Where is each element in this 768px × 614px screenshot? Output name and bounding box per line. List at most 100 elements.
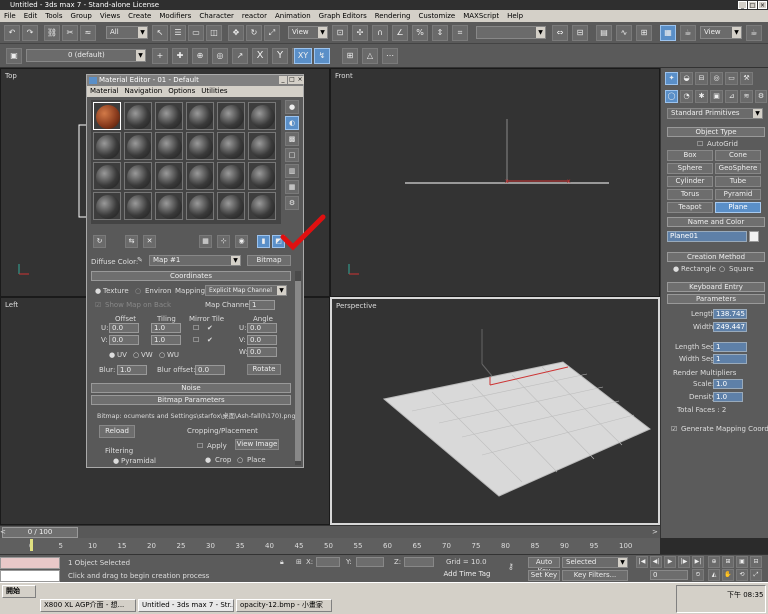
reset-map-icon[interactable]: ✕ xyxy=(143,235,156,248)
material-sample-slot[interactable] xyxy=(124,102,152,130)
object-type-pyramid-button[interactable]: Pyramid xyxy=(715,189,761,200)
material-sample-slot[interactable] xyxy=(93,162,121,190)
background-icon[interactable]: ▩ xyxy=(285,132,299,146)
density-field[interactable]: 1.0 xyxy=(713,392,743,402)
maximize-viewport-icon[interactable]: ⤢ xyxy=(750,569,762,581)
axis-constraint-icon[interactable]: ↯ xyxy=(314,48,330,64)
material-sample-slot[interactable] xyxy=(155,102,183,130)
backlight-icon[interactable]: ◐ xyxy=(285,116,299,130)
reload-button[interactable]: Reload xyxy=(99,425,135,438)
material-sample-slot[interactable] xyxy=(124,132,152,160)
menu-create[interactable]: Create xyxy=(124,10,155,22)
task-button-1[interactable]: X800 XL AGP介面 - 想... xyxy=(40,599,136,612)
layer-icon[interactable]: ▣ xyxy=(6,48,22,64)
array-icon[interactable]: ⊞ xyxy=(342,48,358,64)
shapes-icon[interactable]: ◔ xyxy=(680,90,693,103)
u-tiling-field[interactable]: 1.0 xyxy=(151,323,181,333)
object-type-plane-button[interactable]: Plane xyxy=(715,202,761,213)
object-type-torus-button[interactable]: Torus xyxy=(667,189,713,200)
bind-space-warp-icon[interactable]: ≈ xyxy=(80,25,96,41)
me-menu-material[interactable]: Material xyxy=(87,86,121,97)
menu-rendering[interactable]: Rendering xyxy=(371,10,415,22)
go-to-start-icon[interactable]: |◀ xyxy=(636,556,648,568)
autogrid-checkbox[interactable]: ☐ xyxy=(697,140,703,148)
menu-character[interactable]: Character xyxy=(195,10,238,22)
key-selection-dropdown[interactable]: Selected ▼ xyxy=(562,557,628,568)
zoom-extents-icon[interactable]: ▣ xyxy=(736,556,748,568)
v-mirror-checkbox[interactable]: ☐ xyxy=(193,336,199,344)
material-sample-slot[interactable] xyxy=(93,102,121,130)
material-sample-slot[interactable] xyxy=(124,192,152,220)
layer-manager-icon[interactable]: ▤ xyxy=(596,25,612,41)
maximize-button[interactable]: □ xyxy=(748,1,757,9)
set-current-layer-icon[interactable]: ◎ xyxy=(212,48,228,64)
length-field[interactable]: 138.745 xyxy=(713,309,747,319)
material-sample-slot[interactable] xyxy=(124,162,152,190)
blur-offset-field[interactable]: 0.0 xyxy=(195,365,225,375)
material-editor-scrollbar[interactable] xyxy=(295,271,301,465)
cameras-icon[interactable]: ▣ xyxy=(710,90,723,103)
menu-file[interactable]: File xyxy=(0,10,20,22)
play-icon[interactable]: ▶ xyxy=(664,556,676,568)
video-color-check-icon[interactable]: ▥ xyxy=(285,164,299,178)
percent-snap-icon[interactable]: % xyxy=(412,25,428,41)
options-icon[interactable]: ⚙ xyxy=(285,196,299,210)
close-button[interactable]: × xyxy=(296,76,304,84)
unlink-icon[interactable]: ✂ xyxy=(62,25,78,41)
set-key-button[interactable]: Set Key xyxy=(528,570,560,581)
menu-animation[interactable]: Animation xyxy=(271,10,315,22)
material-sample-slot[interactable] xyxy=(186,192,214,220)
v-offset-field[interactable]: 0.0 xyxy=(109,335,139,345)
texture-radio[interactable]: ● xyxy=(95,287,101,295)
menu-group[interactable]: Group xyxy=(67,10,96,22)
named-selection-icon[interactable]: ⌗ xyxy=(452,25,468,41)
layer-dropdown[interactable]: 0 (default) ▼ xyxy=(26,49,146,62)
time-slider-thumb[interactable]: 0 / 100 xyxy=(2,527,78,538)
width-segs-field[interactable]: 1 xyxy=(713,354,747,364)
create-layer-icon[interactable]: + xyxy=(152,48,168,64)
material-sample-slot[interactable] xyxy=(248,192,276,220)
view-image-button[interactable]: View Image xyxy=(235,439,279,450)
material-sample-slot[interactable] xyxy=(186,132,214,160)
w-angle-field[interactable]: 0.0 xyxy=(247,347,277,357)
field-of-view-icon[interactable]: ◭ xyxy=(708,569,720,581)
go-to-end-icon[interactable]: ▶| xyxy=(692,556,704,568)
menu-reactor[interactable]: reactor xyxy=(238,10,271,22)
uv-tiling-icon[interactable]: □ xyxy=(285,148,299,162)
task-button-2[interactable]: Untitled - 3ds max 7 - Str... xyxy=(138,599,234,612)
undo-icon[interactable]: ↶ xyxy=(4,25,20,41)
material-sample-slot[interactable] xyxy=(248,162,276,190)
crop-radio[interactable]: ● xyxy=(205,456,211,464)
object-type-tube-button[interactable]: Tube xyxy=(715,176,761,187)
snapshot-icon[interactable]: △ xyxy=(362,48,378,64)
v-tile-checkbox[interactable]: ✔ xyxy=(207,336,213,344)
systems-icon[interactable]: ⚙ xyxy=(755,90,767,103)
menu-customize[interactable]: Customize xyxy=(414,10,459,22)
me-menu-options[interactable]: Options xyxy=(165,86,198,97)
parameters-rollout-header[interactable]: Parameters xyxy=(667,294,765,304)
motion-tab-icon[interactable]: ◎ xyxy=(710,72,723,85)
scale-icon[interactable]: ⤢ xyxy=(264,25,280,41)
apply-checkbox[interactable]: ☐ xyxy=(197,442,203,450)
modify-tab-icon[interactable]: ◒ xyxy=(680,72,693,85)
hierarchy-tab-icon[interactable]: ⊟ xyxy=(695,72,708,85)
pyramidal-radio[interactable]: ● xyxy=(113,457,119,465)
auto-key-button[interactable]: Auto Key xyxy=(528,557,560,575)
gen-mapping-checkbox[interactable]: ☑ xyxy=(671,425,677,433)
reference-coord-dropdown[interactable]: View ▼ xyxy=(288,26,328,39)
quick-render-icon[interactable]: ☕ xyxy=(746,25,762,41)
show-end-result-icon[interactable]: ⊹ xyxy=(217,235,230,248)
named-selection-sets-dropdown[interactable]: ▼ xyxy=(476,26,546,39)
select-object-icon[interactable]: ↖ xyxy=(152,25,168,41)
material-sample-slot[interactable] xyxy=(93,132,121,160)
width-field[interactable]: 249.447 xyxy=(713,322,747,332)
minimize-button[interactable]: _ xyxy=(738,1,747,9)
key-icon[interactable]: ⚷ xyxy=(508,562,514,571)
object-type-cone-button[interactable]: Cone xyxy=(715,150,761,161)
v-angle-field[interactable]: 0.0 xyxy=(247,335,277,345)
previous-frame-icon[interactable]: ◀| xyxy=(650,556,662,568)
show-map-back-checkbox[interactable]: ☑ xyxy=(95,301,101,309)
x-coord-field[interactable] xyxy=(316,557,340,567)
window-crossing-icon[interactable]: ◫ xyxy=(206,25,222,41)
object-type-box-button[interactable]: Box xyxy=(667,150,713,161)
